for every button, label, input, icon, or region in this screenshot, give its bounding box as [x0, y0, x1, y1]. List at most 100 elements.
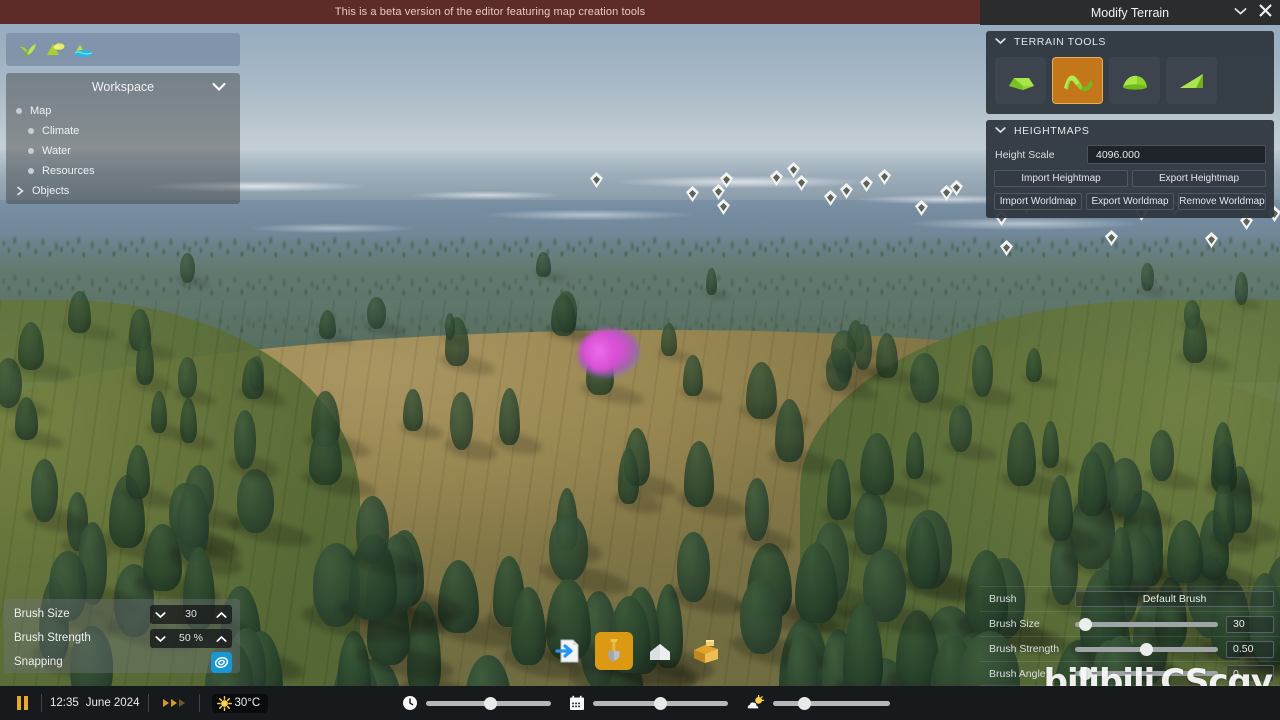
snapping-row: Snapping	[14, 650, 232, 674]
slider-knob[interactable]	[1140, 643, 1153, 656]
slope-terrain-tool[interactable]	[1166, 57, 1217, 104]
chevron-down-icon[interactable]	[212, 81, 226, 91]
workspace-toolbar[interactable]	[6, 33, 240, 66]
weather-icon	[746, 695, 765, 711]
panel-brush-size-track[interactable]	[1075, 622, 1218, 627]
workspace-header[interactable]: Workspace	[6, 73, 240, 101]
chevron-down-icon[interactable]	[155, 610, 166, 618]
workspace-title: Workspace	[92, 80, 154, 94]
height-scale-label: Height Scale	[995, 149, 1079, 161]
panel-brush-angle-value[interactable]: 0	[1226, 665, 1274, 682]
tree	[706, 268, 717, 295]
import-heightmap-button[interactable]: Import Heightmap	[994, 170, 1128, 187]
modify-terrain-panel: Modify Terrain TERRAIN TOOLS	[980, 0, 1280, 686]
height-scale-input[interactable]: 4096.000	[1087, 145, 1266, 164]
export-worldmap-button[interactable]: Export Worldmap	[1086, 193, 1174, 210]
terrain-tool[interactable]	[595, 632, 633, 670]
time-of-day-slider[interactable]	[402, 695, 551, 711]
tree	[949, 405, 973, 452]
workspace-item-label: Map	[30, 105, 51, 117]
heightmap-buttons-row-1: Import HeightmapExport Heightmap	[986, 167, 1274, 190]
heightmaps-header[interactable]: HEIGHTMAPS	[986, 120, 1274, 142]
terrain-icon[interactable]	[45, 40, 66, 59]
brush-strength-stepper[interactable]: 50 %	[150, 629, 232, 648]
remove-worldmap-button[interactable]: Remove Worldmap	[1178, 193, 1266, 210]
panel-brush-angle-row: Brush Angle 0	[980, 661, 1280, 686]
workspace-item-water[interactable]: Water	[6, 141, 240, 161]
chevron-down-icon[interactable]	[995, 125, 1006, 137]
tree	[178, 357, 197, 398]
chevron-right-icon[interactable]	[16, 186, 25, 196]
building-tool[interactable]	[641, 632, 679, 670]
brush-size-row: Brush Size 30	[14, 602, 232, 626]
slider-knob[interactable]	[1079, 667, 1092, 680]
panel-brush-angle-track[interactable]	[1075, 671, 1218, 676]
panel-brush-size-label: Brush Size	[989, 618, 1067, 630]
brush-preset-select[interactable]: Default Brush	[1075, 591, 1274, 607]
tree	[450, 392, 474, 451]
slider-knob[interactable]	[654, 697, 667, 710]
workspace-item-objects[interactable]: Objects	[6, 181, 240, 201]
chevron-up-icon[interactable]	[216, 610, 227, 618]
terrain-tools-header[interactable]: TERRAIN TOOLS	[986, 31, 1274, 53]
beta-banner-text: This is a beta version of the editor fea…	[335, 6, 645, 18]
plateau-icon	[1003, 67, 1039, 95]
chevron-down-icon[interactable]	[995, 36, 1006, 48]
dome-icon	[1117, 67, 1153, 95]
close-icon[interactable]	[1259, 4, 1272, 20]
weather-track[interactable]	[773, 701, 890, 706]
heightmaps-title: HEIGHTMAPS	[1014, 125, 1089, 137]
export-heightmap-button[interactable]: Export Heightmap	[1132, 170, 1266, 187]
panel-brush-strength-track[interactable]	[1075, 647, 1218, 652]
tree	[237, 469, 274, 533]
temperature-value: 30°C	[235, 697, 261, 709]
time-of-day-track[interactable]	[426, 701, 551, 706]
vegetation-icon[interactable]	[17, 40, 38, 59]
calendar-icon	[569, 695, 585, 711]
terrain-tools-section: TERRAIN TOOLS	[986, 31, 1274, 114]
slider-knob[interactable]	[798, 697, 811, 710]
slider-knob[interactable]	[1079, 618, 1092, 631]
import-worldmap-button[interactable]: Import Worldmap	[994, 193, 1082, 210]
workspace-item-map[interactable]: Map	[6, 101, 240, 121]
chevron-down-icon[interactable]	[1234, 5, 1247, 19]
snap-icon[interactable]	[211, 652, 232, 673]
divider	[41, 694, 42, 712]
sun-icon	[217, 696, 232, 711]
panel-brush-properties: Brush Default Brush Brush Size 30 Brush …	[980, 586, 1280, 686]
panel-brush-strength-value[interactable]: 0.50	[1226, 641, 1274, 658]
brush-size-value: 30	[185, 608, 197, 620]
snapping-label: Snapping	[14, 656, 211, 668]
game-date: June 2024	[86, 697, 140, 709]
workspace-item-resources[interactable]: Resources	[6, 161, 240, 181]
water-icon[interactable]	[73, 40, 94, 59]
props-tool[interactable]	[687, 632, 725, 670]
panel-title: Modify Terrain	[1091, 6, 1169, 20]
panel-brush-size-value[interactable]: 30	[1226, 616, 1274, 633]
import-tool[interactable]	[549, 632, 587, 670]
tree	[740, 579, 782, 654]
fast-forward-icon[interactable]	[163, 699, 185, 707]
tree	[356, 496, 389, 565]
chevron-down-icon[interactable]	[155, 634, 166, 642]
tree	[234, 410, 256, 469]
modify-terrain-tool[interactable]	[1052, 57, 1103, 104]
brush-size-stepper[interactable]: 30	[150, 605, 232, 624]
workspace-item-climate[interactable]: Climate	[6, 121, 240, 141]
panel-brush-angle-label: Brush Angle	[989, 668, 1067, 680]
smooth-terrain-tool[interactable]	[1109, 57, 1160, 104]
brush-strength-value: 50 %	[179, 632, 203, 644]
tree	[677, 532, 710, 602]
workspace-item-label: Water	[42, 145, 71, 157]
pause-icon[interactable]	[11, 693, 33, 713]
season-slider[interactable]	[569, 695, 728, 711]
weather-slider[interactable]	[746, 695, 890, 711]
chevron-up-icon[interactable]	[216, 634, 227, 642]
tree	[180, 253, 195, 284]
level-terrain-tool[interactable]	[995, 57, 1046, 104]
slider-knob[interactable]	[484, 697, 497, 710]
tree	[136, 336, 154, 385]
height-scale-row: Height Scale 4096.000	[986, 142, 1274, 167]
season-track[interactable]	[593, 701, 728, 706]
bullet-icon	[28, 128, 34, 134]
